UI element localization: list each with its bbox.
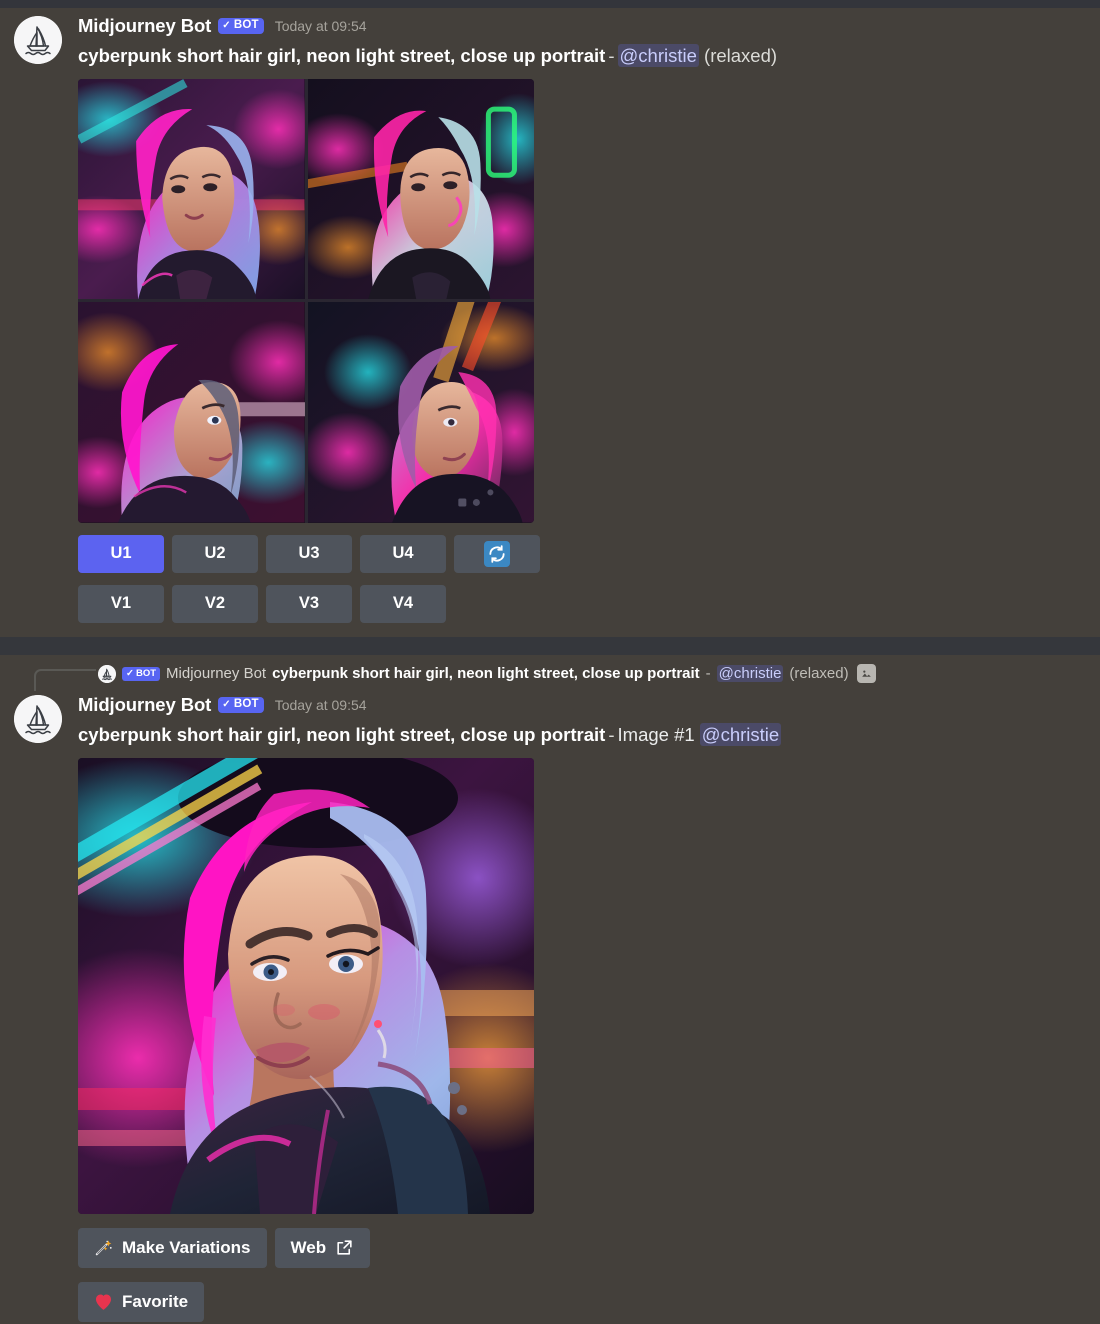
button-web[interactable]: Web	[274, 1227, 371, 1268]
picture-glyph	[861, 670, 871, 678]
make-variations-label: Make Variations	[122, 1237, 251, 1257]
message: Midjourney Bot ✓ BOT Today at 09:54 cybe…	[0, 687, 1100, 1322]
cyberpunk-portrait-upscaled	[78, 757, 534, 1214]
check-icon: ✓	[222, 20, 231, 31]
bot-badge: ✓ BOT	[218, 18, 264, 34]
prompt-line: cyberpunk short hair girl, neon light st…	[78, 44, 1100, 69]
message-header: Midjourney Bot ✓ BOT Today at 09:54	[78, 693, 1100, 717]
favorite-label: Favorite	[122, 1291, 189, 1311]
timestamp: Today at 09:54	[274, 696, 367, 713]
external-link-glyph	[337, 1240, 352, 1256]
upscaled-image[interactable]	[78, 757, 534, 1214]
separator-dash: -	[608, 723, 615, 745]
message-block-upscale: ✓ BOT Midjourney Bot cyberpunk short hai…	[0, 655, 1100, 1322]
button-favorite[interactable]: Favorite	[78, 1281, 205, 1322]
mention-christie[interactable]: @christie	[617, 44, 699, 67]
midjourney-sailboat-icon-small	[98, 664, 116, 683]
button-u1[interactable]: U1	[78, 534, 164, 573]
heart-glyph	[95, 1294, 112, 1310]
cyberpunk-portrait-2	[307, 78, 534, 300]
bot-badge: ✓ BOT	[218, 697, 264, 713]
reply-content: ✓ BOT Midjourney Bot cyberpunk short hai…	[98, 664, 876, 684]
magic-wand-glyph	[95, 1240, 112, 1256]
action-button-row-1: Make Variations Web	[78, 1227, 1100, 1268]
grid-tile-3[interactable]	[78, 302, 305, 523]
message-divider	[0, 636, 1100, 655]
cyberpunk-portrait-1	[78, 78, 305, 300]
reply-separator-dash: -	[705, 665, 711, 683]
button-v2[interactable]: V2	[172, 584, 258, 623]
check-icon: ✓	[126, 668, 134, 680]
bot-badge-label: BOT	[233, 19, 259, 32]
message-header: Midjourney Bot ✓ BOT Today at 09:54	[78, 14, 1100, 38]
timestamp: Today at 09:54	[274, 17, 367, 34]
external-link-icon	[335, 1238, 354, 1257]
author-name: Midjourney Bot	[78, 14, 212, 36]
reply-avatar	[98, 664, 116, 683]
author-name: Midjourney Bot	[78, 693, 212, 715]
button-v1[interactable]: V1	[78, 584, 164, 623]
button-u3[interactable]: U3	[266, 534, 352, 573]
cyberpunk-portrait-4	[307, 302, 534, 523]
prompt-line: cyberpunk short hair girl, neon light st…	[78, 722, 1100, 748]
avatar[interactable]	[14, 16, 62, 64]
reply-bot-badge: ✓ BOT	[122, 667, 161, 681]
reply-mode-label: (relaxed)	[789, 665, 849, 683]
image-index-label: Image #1	[617, 723, 695, 745]
reply-prompt-text: cyberpunk short hair girl, neon light st…	[272, 665, 700, 683]
midjourney-sailboat-icon	[14, 694, 62, 743]
avatar[interactable]	[14, 694, 62, 743]
grid-tile-2[interactable]	[307, 78, 534, 300]
message-block-grid: Midjourney Bot ✓ BOT Today at 09:54 cybe…	[0, 8, 1100, 623]
button-reroll[interactable]	[454, 534, 540, 573]
button-make-variations[interactable]: Make Variations	[78, 1227, 267, 1268]
separator-dash: -	[608, 45, 615, 66]
top-strip	[0, 0, 1100, 8]
midjourney-sailboat-icon	[14, 16, 62, 64]
action-button-row-2: Favorite	[78, 1281, 1100, 1322]
prompt-text: cyberpunk short hair girl, neon light st…	[78, 45, 606, 66]
web-label: Web	[290, 1237, 327, 1257]
prompt-text: cyberpunk short hair girl, neon light st…	[78, 723, 606, 745]
grid-tile-4[interactable]	[307, 302, 534, 523]
magic-wand-icon	[94, 1238, 113, 1257]
button-v3[interactable]: V3	[266, 584, 352, 623]
reply-reference-bar[interactable]: ✓ BOT Midjourney Bot cyberpunk short hai…	[0, 655, 1100, 691]
heart-icon	[94, 1293, 113, 1311]
message: Midjourney Bot ✓ BOT Today at 09:54 cybe…	[0, 8, 1100, 623]
mode-label: (relaxed)	[704, 45, 778, 66]
button-v4[interactable]: V4	[360, 584, 446, 623]
check-icon: ✓	[222, 698, 231, 710]
reply-author-name: Midjourney Bot	[166, 665, 267, 683]
bot-badge-label: BOT	[233, 698, 259, 711]
reply-mention-christie[interactable]: @christie	[716, 665, 784, 683]
refresh-icon	[484, 540, 510, 567]
message-body: Midjourney Bot ✓ BOT Today at 09:54 cybe…	[62, 693, 1100, 1322]
mention-christie[interactable]: @christie	[699, 722, 782, 746]
variation-button-row: V1 V2 V3 V4	[78, 584, 1100, 623]
cyberpunk-portrait-3	[78, 302, 305, 523]
grid-tile-1[interactable]	[78, 78, 305, 300]
button-u2[interactable]: U2	[172, 534, 258, 573]
upscale-button-row: U1 U2 U3 U4	[78, 534, 1100, 573]
reply-bot-label: BOT	[135, 668, 157, 680]
image-grid[interactable]	[78, 78, 534, 523]
message-body: Midjourney Bot ✓ BOT Today at 09:54 cybe…	[62, 14, 1100, 623]
button-u4[interactable]: U4	[360, 534, 446, 573]
image-attachment-icon	[856, 664, 876, 684]
